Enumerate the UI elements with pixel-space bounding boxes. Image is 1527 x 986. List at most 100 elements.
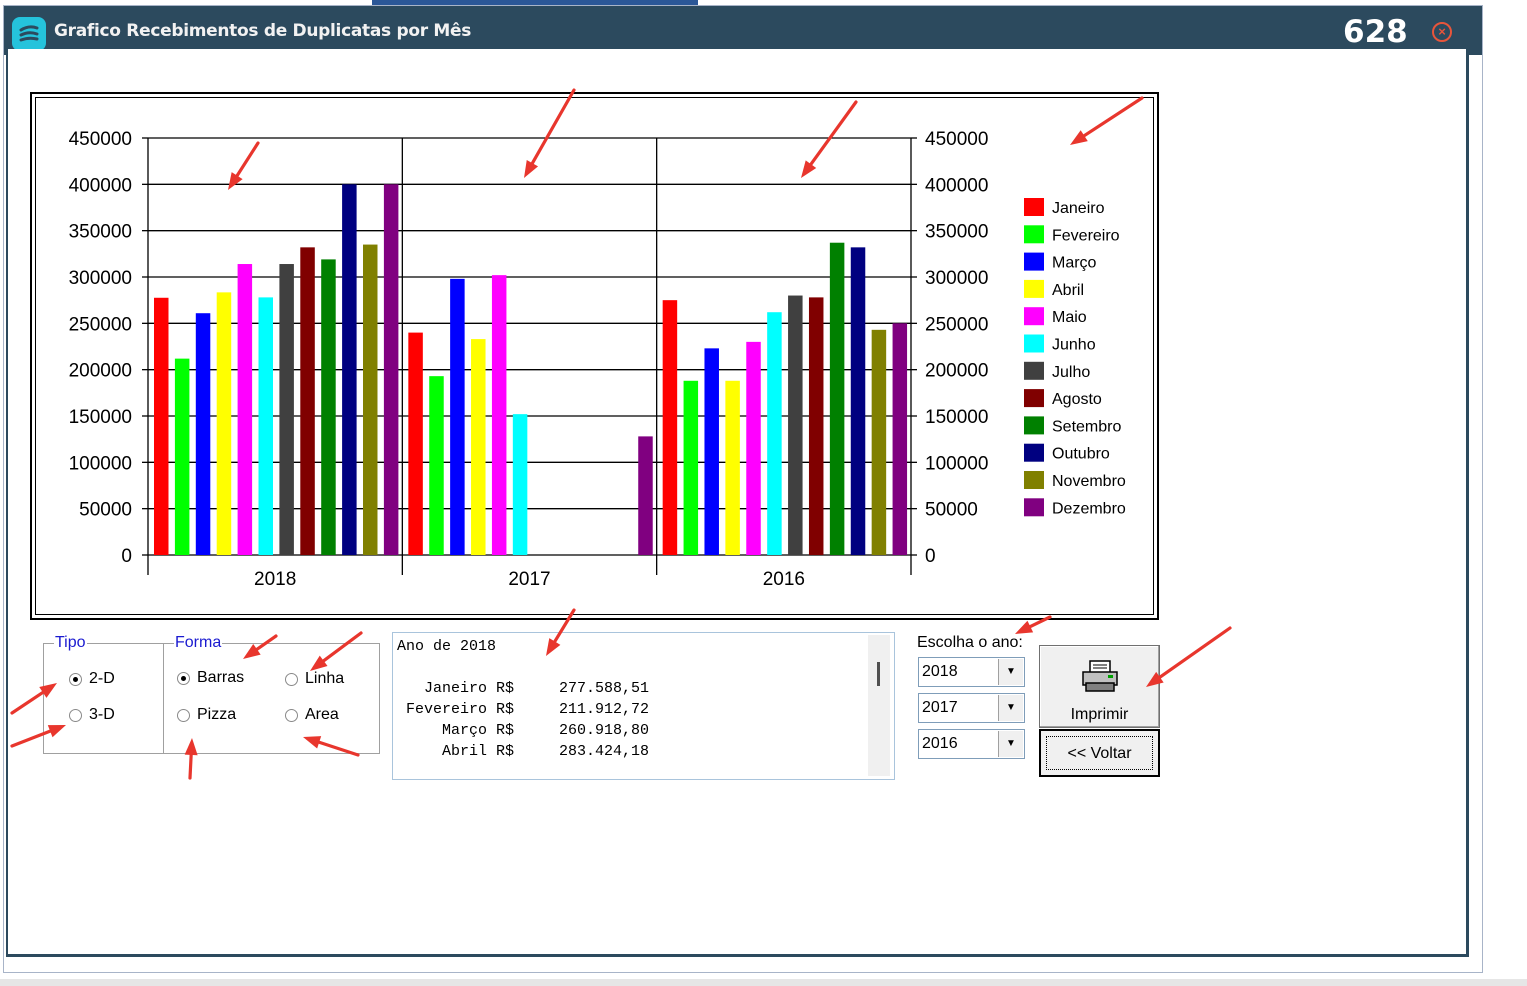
y-tick-label-left: 250000 bbox=[69, 314, 132, 335]
bar bbox=[662, 300, 678, 555]
bar bbox=[704, 348, 719, 555]
bar bbox=[216, 292, 232, 555]
radio-3d[interactable]: 3-D bbox=[69, 706, 115, 724]
bar bbox=[450, 278, 465, 555]
bar bbox=[725, 380, 740, 555]
radio-area-indicator[interactable] bbox=[285, 708, 298, 722]
legend-label: Junho bbox=[1052, 337, 1096, 354]
print-button[interactable]: Imprimir bbox=[1039, 645, 1160, 728]
y-tick-label-left: 350000 bbox=[69, 222, 132, 243]
legend-swatch bbox=[1024, 198, 1044, 216]
radio-pizza[interactable]: Pizza bbox=[177, 706, 236, 724]
radio-pizza-indicator[interactable] bbox=[177, 708, 190, 722]
print-button-label: Imprimir bbox=[1070, 706, 1129, 723]
back-button[interactable]: << Voltar bbox=[1039, 729, 1160, 777]
radio-barras-indicator[interactable] bbox=[177, 671, 190, 685]
radio-barras-label: Barras bbox=[197, 669, 245, 686]
legend-label: Agosto bbox=[1052, 391, 1102, 408]
window-number: 628 bbox=[1343, 14, 1408, 50]
printer-icon bbox=[1082, 660, 1118, 692]
legend-swatch bbox=[1024, 361, 1044, 380]
bar bbox=[850, 247, 866, 555]
window-title: Grafico Recebimentos de Duplicatas por M… bbox=[54, 21, 472, 41]
y-tick-label-left: 300000 bbox=[69, 268, 132, 289]
y-tick-label-left: 200000 bbox=[69, 361, 132, 382]
radio-linha[interactable]: Linha bbox=[285, 670, 344, 688]
bar bbox=[683, 380, 699, 555]
year-select-3-value: 2016 bbox=[922, 735, 958, 752]
legend-swatch bbox=[1024, 252, 1044, 271]
bar bbox=[471, 339, 486, 555]
radio-barras[interactable]: Barras bbox=[177, 669, 244, 687]
bar bbox=[174, 358, 190, 555]
chevron-down-icon[interactable]: ▼ bbox=[998, 659, 1023, 685]
bar bbox=[321, 259, 336, 555]
radio-2d-indicator[interactable] bbox=[69, 672, 82, 686]
back-button-label: << Voltar bbox=[1046, 736, 1153, 770]
legend-label: Julho bbox=[1052, 364, 1090, 381]
legend-swatch bbox=[1024, 471, 1044, 489]
x-tick-label: 2017 bbox=[508, 569, 550, 590]
radio-area[interactable]: Area bbox=[285, 706, 339, 724]
chevron-down-icon[interactable]: ▼ bbox=[998, 731, 1023, 757]
bar bbox=[638, 436, 653, 555]
radio-linha-label: Linha bbox=[305, 670, 345, 687]
bar-chart: 0 0 50000 50000 100000 100000 150000 150000 2000… bbox=[69, 129, 1126, 590]
title-bar: Grafico Recebimentos de Duplicatas por M… bbox=[4, 6, 1482, 55]
tipo-group: Tipo bbox=[43, 634, 164, 754]
bar bbox=[258, 297, 273, 555]
legend-swatch bbox=[1024, 498, 1044, 517]
year-select-label: Escolha o ano: bbox=[917, 634, 1023, 651]
legend-swatch bbox=[1024, 307, 1044, 326]
year-select-1[interactable]: 2018 ▼ bbox=[918, 657, 1025, 687]
bar bbox=[383, 184, 399, 555]
y-tick-label-left: 100000 bbox=[69, 453, 132, 474]
summary-textbox[interactable]: Ano de 2018 Janeiro R$ 277.588,51 Fevere… bbox=[392, 632, 895, 780]
summary-text: Ano de 2018 Janeiro R$ 277.588,51 Fevere… bbox=[397, 638, 650, 760]
year-select-2[interactable]: 2017 ▼ bbox=[918, 693, 1025, 723]
year-select-1-value: 2018 bbox=[922, 663, 958, 680]
close-circle-icon[interactable]: × bbox=[1432, 22, 1452, 42]
bar bbox=[363, 244, 378, 556]
bar bbox=[279, 264, 294, 555]
legend-label: Novembro bbox=[1052, 473, 1126, 490]
legend-label: Outubro bbox=[1052, 446, 1110, 463]
radio-2d-label: 2-D bbox=[89, 670, 115, 687]
chevron-down-icon[interactable]: ▼ bbox=[998, 695, 1023, 721]
radio-3d-indicator[interactable] bbox=[69, 708, 82, 722]
legend-swatch bbox=[1024, 225, 1044, 244]
bar bbox=[342, 184, 357, 555]
x-tick-label: 2018 bbox=[254, 569, 296, 590]
bar bbox=[512, 414, 528, 555]
bar bbox=[300, 247, 315, 555]
y-tick-label-right: 200000 bbox=[925, 361, 988, 382]
radio-linha-indicator[interactable] bbox=[285, 672, 298, 686]
summary-scrollbar[interactable] bbox=[868, 635, 890, 776]
year-select-3[interactable]: 2016 ▼ bbox=[918, 729, 1025, 759]
chart-frame: 0 0 50000 50000 100000 100000 150000 150000 2000… bbox=[30, 92, 1159, 620]
legend-swatch bbox=[1024, 416, 1044, 435]
y-tick-label-left: 150000 bbox=[69, 407, 132, 428]
scrollbar-thumb[interactable] bbox=[877, 662, 880, 686]
legend-label: Março bbox=[1052, 255, 1097, 272]
year-select-2-value: 2017 bbox=[922, 699, 958, 716]
forma-group: Forma bbox=[163, 634, 380, 754]
radio-2d[interactable]: 2-D bbox=[69, 670, 115, 688]
legend-swatch bbox=[1024, 334, 1044, 353]
y-tick-label-left: 450000 bbox=[69, 129, 132, 150]
app-logo-icon bbox=[12, 17, 46, 51]
bar bbox=[767, 312, 782, 555]
radio-pizza-label: Pizza bbox=[197, 706, 237, 723]
legend-label: Janeiro bbox=[1052, 200, 1105, 217]
y-tick-label-right: 50000 bbox=[925, 500, 978, 521]
bar bbox=[808, 297, 824, 555]
y-tick-label-left: 0 bbox=[121, 546, 132, 567]
y-tick-label-right: 350000 bbox=[925, 222, 988, 243]
bar bbox=[408, 332, 423, 555]
bar bbox=[237, 264, 253, 555]
radio-3d-label: 3-D bbox=[89, 706, 115, 723]
bar bbox=[788, 295, 803, 555]
bar bbox=[491, 275, 507, 555]
legend-label: Abril bbox=[1052, 282, 1084, 299]
tipo-legend: Tipo bbox=[55, 634, 86, 651]
